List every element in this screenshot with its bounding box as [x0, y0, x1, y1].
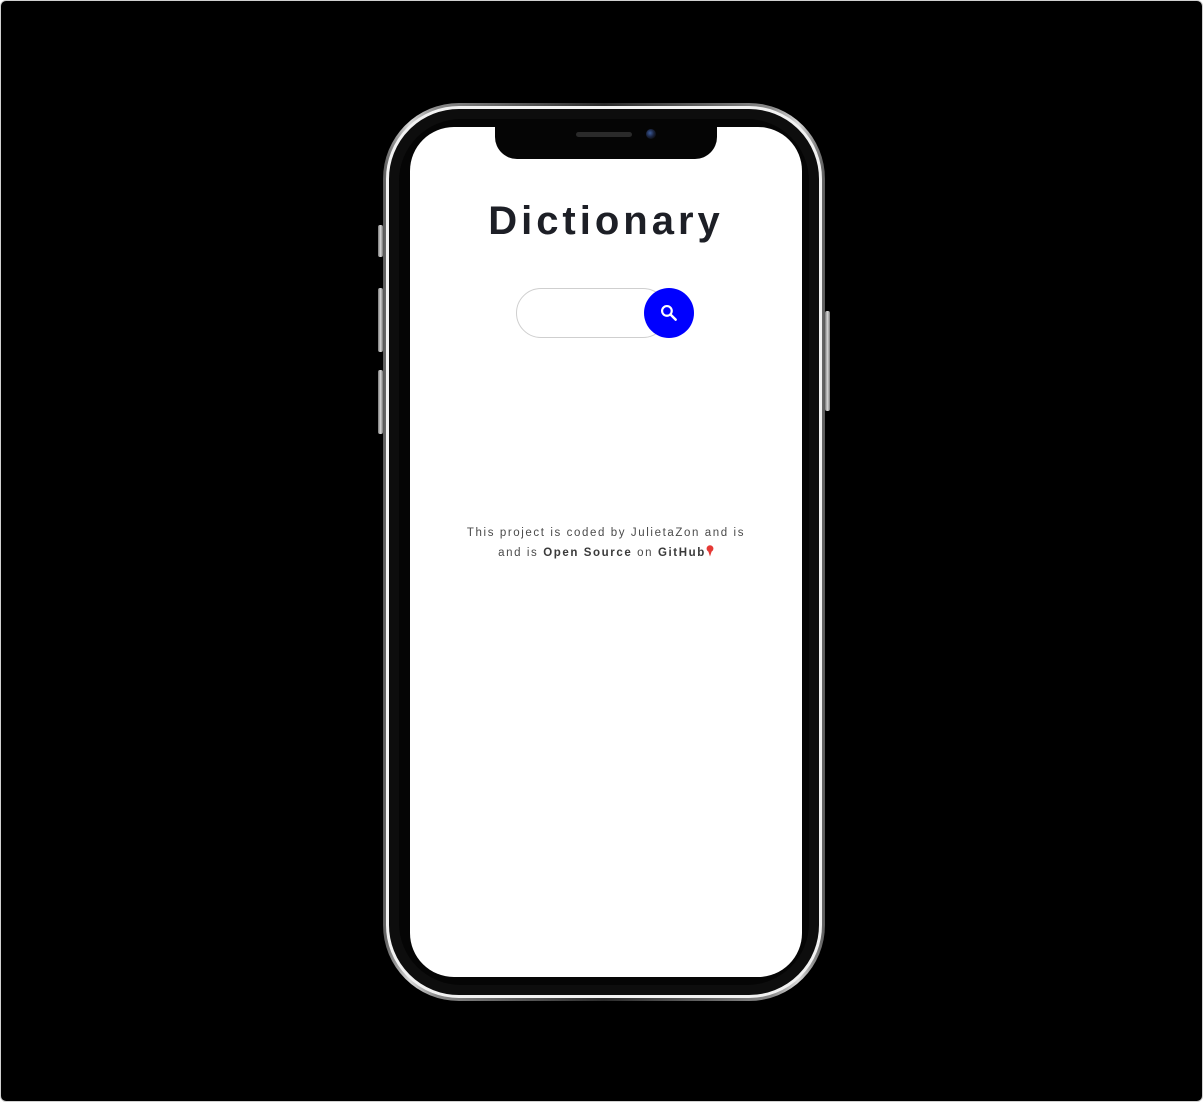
mockup-background: Dictionary This project is coded by Juli…: [0, 0, 1203, 1102]
speaker-grille: [576, 132, 632, 137]
pin-icon: [706, 544, 714, 557]
credits-prefix: and is: [498, 547, 544, 559]
search-icon: [659, 303, 679, 323]
credits-line-1: This project is coded by JulietaZon and …: [466, 527, 746, 539]
search-form: [516, 288, 694, 338]
power-button: [825, 311, 830, 411]
github-link[interactable]: GitHub: [658, 547, 706, 559]
phone-screen: Dictionary This project is coded by Juli…: [410, 127, 802, 977]
credits-footer: This project is coded by JulietaZon and …: [410, 523, 802, 563]
credits-line-2: and is Open Source on GitHub: [410, 543, 802, 563]
open-source-link[interactable]: Open Source: [543, 547, 632, 559]
phone-notch: [495, 127, 717, 159]
search-button[interactable]: [644, 288, 694, 338]
page-title: Dictionary: [488, 199, 724, 243]
credits-connector: on: [632, 547, 658, 559]
front-camera: [646, 129, 656, 139]
